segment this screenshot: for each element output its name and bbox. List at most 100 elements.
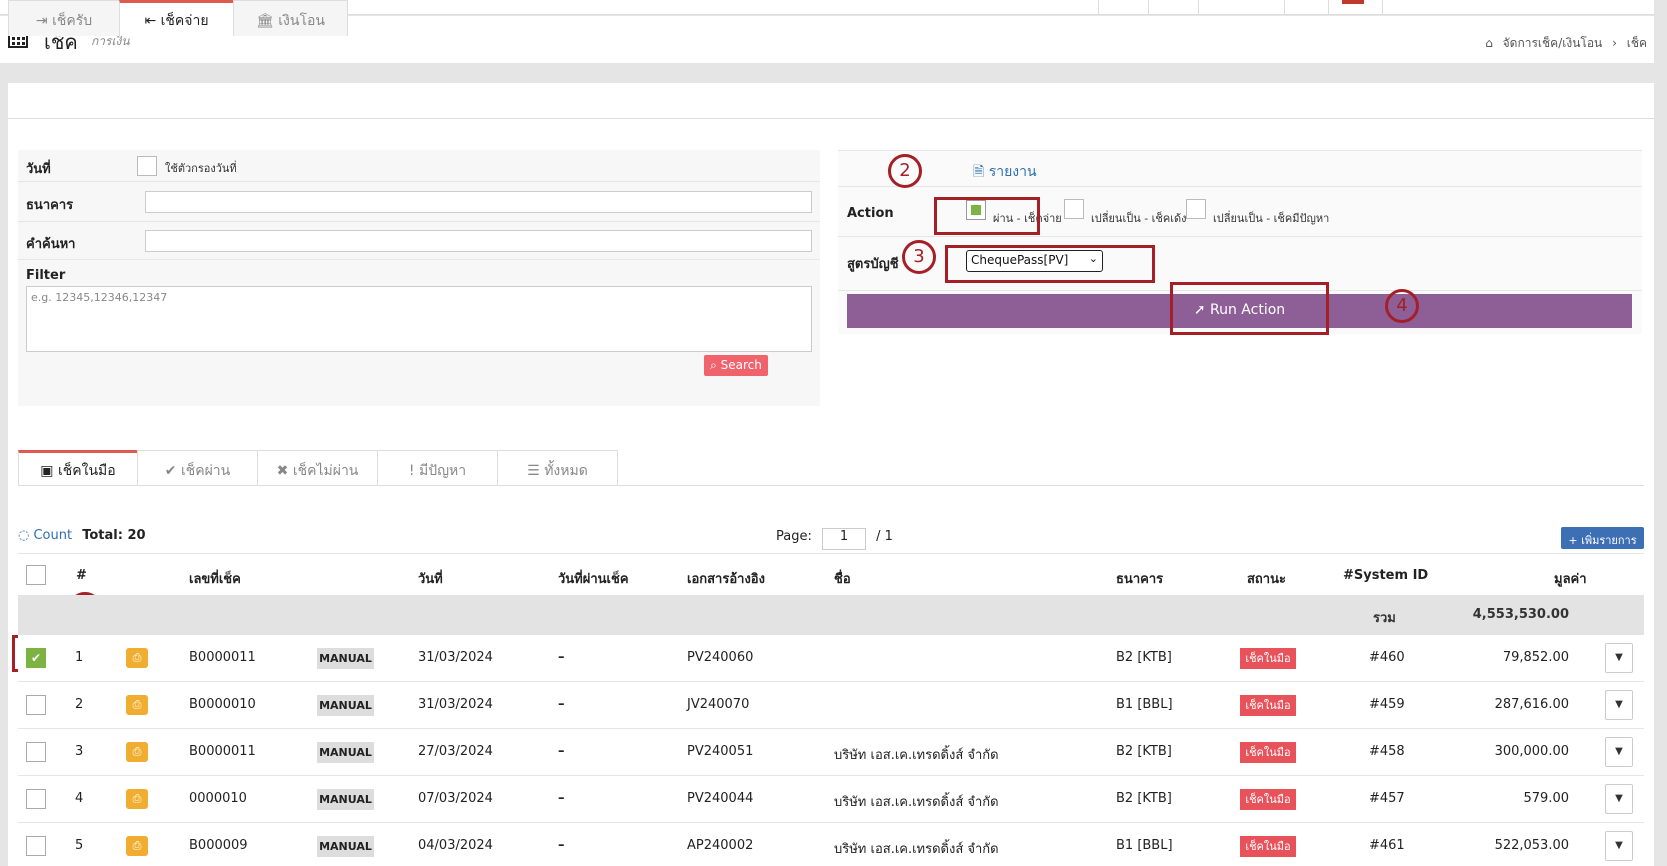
caret-down-icon: ▼ [1615, 793, 1623, 804]
problem-checkbox[interactable] [1186, 199, 1206, 219]
date-filter-label: ใช้ตัวกรองวันที่ [165, 162, 237, 175]
tab-not-passed[interactable]: ✖ เช็คไม่ผ่าน [257, 450, 378, 486]
cheque-number: B0000010 [189, 697, 256, 712]
pass-date: – [558, 697, 565, 712]
print-icon[interactable]: ⎙ [126, 836, 148, 856]
system-id[interactable]: #460 [1369, 650, 1405, 665]
tab-transfer[interactable]: 🏛 เงินโอน [233, 0, 348, 36]
table-row: 4 ⎙ 0000010 MANUAL 07/03/2024 – PV240044 บริษัท… [18, 776, 1644, 823]
tab-label: เช็คจ่าย [160, 13, 209, 29]
report-link-label: รายงาน [988, 164, 1037, 180]
print-icon[interactable]: ⎙ [126, 742, 148, 762]
bank-code: B2 [KTB] [1116, 791, 1172, 806]
tab-passed[interactable]: ✔ เช็คผ่าน [137, 450, 258, 486]
breadcrumb-item[interactable]: จัดการเช็ค/เงินโอน [1503, 36, 1603, 50]
tab-all[interactable]: ☰ ทั้งหมด [497, 450, 618, 486]
bank-code: B1 [BBL] [1116, 838, 1173, 853]
bounce-checkbox[interactable] [1064, 199, 1084, 219]
amount: 79,852.00 [1502, 650, 1569, 665]
system-id[interactable]: #457 [1369, 791, 1405, 806]
pass-date: – [558, 744, 565, 759]
filter-form: วันที่ ใช้ตัวกรองวันที่ ธนาคาร คำค้นหา F… [18, 150, 820, 406]
bank-icon: 🏛 [256, 13, 274, 29]
reference-doc[interactable]: PV240051 [687, 744, 753, 759]
print-icon[interactable]: ⎙ [126, 789, 148, 809]
tab-label: เช็คผ่าน [180, 463, 231, 479]
status-badge: เช็คในมือ [1240, 648, 1296, 669]
row-menu-button[interactable]: ▼ [1605, 784, 1633, 814]
tab-problem[interactable]: ! มีปัญหา [377, 450, 498, 486]
row-checkbox[interactable] [26, 742, 46, 762]
tab-in-hand[interactable]: ▣ เช็คในมือ [18, 450, 138, 486]
system-id[interactable]: #458 [1369, 744, 1405, 759]
keyword-input[interactable] [145, 230, 812, 252]
date-filter-checkbox[interactable] [137, 156, 157, 176]
keyword-label: คำค้นหา [26, 237, 76, 252]
table-row: 2 ⎙ B0000010 MANUAL 31/03/2024 – JV240070 B1 [B… [18, 682, 1644, 729]
bank-code: B2 [KTB] [1116, 744, 1172, 759]
column-header: วันที่ผ่านเช็ค [558, 572, 629, 587]
reference-doc[interactable]: PV240060 [687, 650, 753, 665]
search-button-label: Search [720, 358, 762, 372]
row-checkbox[interactable] [26, 836, 46, 856]
reference-doc[interactable]: PV240044 [687, 791, 753, 806]
row-menu-button[interactable]: ▼ [1605, 690, 1633, 720]
select-all-checkbox[interactable] [26, 565, 46, 585]
type-badge: MANUAL [317, 695, 374, 716]
caret-down-icon: ▼ [1615, 840, 1623, 851]
file-text-icon: 🗎 [973, 164, 985, 180]
tab-cheque-receive[interactable]: ⇥ เช็ครับ [8, 0, 120, 36]
count-label[interactable]: Count [33, 528, 72, 543]
filter-textarea[interactable]: e.g. 12345,12346,12347 [26, 286, 812, 352]
summary-row: รวม 4,553,530.00 [18, 595, 1644, 635]
cheque-date: 27/03/2024 [418, 744, 493, 759]
breadcrumb-separator: › [1612, 36, 1617, 50]
type-badge: MANUAL [317, 742, 374, 763]
column-header: เอกสารอ้างอิง [687, 572, 765, 587]
scrollbar[interactable] [1654, 0, 1667, 866]
system-id[interactable]: #461 [1369, 838, 1405, 853]
row-number: 3 [75, 744, 84, 759]
amount: 287,616.00 [1494, 697, 1569, 712]
column-header: เลขที่เช็ค [189, 572, 241, 587]
language-flag-icon[interactable] [1342, 0, 1364, 4]
search-icon: ⌕ [710, 358, 717, 372]
filter-label: Filter [26, 268, 66, 283]
add-item-button[interactable]: + เพิ่มรายการ [1561, 527, 1644, 549]
page-input[interactable]: 1 [822, 528, 866, 550]
report-link[interactable]: 🗎 รายงาน [973, 161, 1037, 185]
row-menu-button[interactable]: ▼ [1605, 737, 1633, 767]
type-badge: MANUAL [317, 836, 374, 857]
home-icon[interactable]: ⌂ [1485, 36, 1493, 50]
row-number: 4 [75, 791, 84, 806]
summary-value: 4,553,530.00 [1472, 607, 1569, 622]
tab-label: เงินโอน [278, 13, 325, 29]
row-checkbox[interactable]: ✔ [26, 648, 46, 668]
tab-cheque-pay[interactable]: ⇤ เช็คจ่าย [119, 0, 234, 36]
breadcrumb-current: เช็ค [1626, 36, 1647, 50]
reference-doc[interactable]: JV240070 [687, 697, 749, 712]
keyword-row: คำค้นหา [18, 222, 820, 260]
row-menu-button[interactable]: ▼ [1605, 831, 1633, 861]
type-badge: MANUAL [317, 789, 374, 810]
check-icon: ✔ [164, 463, 177, 479]
count-info: ◌ Count Total: 20 [18, 528, 146, 543]
tab-label: เช็คไม่ผ่าน [292, 463, 359, 479]
amount: 522,053.00 [1494, 838, 1569, 853]
print-icon[interactable]: ⎙ [126, 695, 148, 715]
date-label: วันที่ [26, 162, 51, 177]
caret-down-icon: ▼ [1615, 746, 1623, 757]
system-id[interactable]: #459 [1369, 697, 1405, 712]
row-checkbox[interactable] [26, 789, 46, 809]
reference-doc[interactable]: AP240002 [687, 838, 753, 853]
row-checkbox[interactable] [26, 695, 46, 715]
row-menu-button[interactable]: ▼ [1605, 643, 1633, 673]
exclamation-icon: ! [408, 463, 415, 479]
search-button[interactable]: ⌕ Search [704, 355, 768, 376]
bank-input[interactable] [145, 191, 812, 213]
bounce-option-label: เปลี่ยนเป็น - เช็คเด้ง [1091, 212, 1187, 225]
print-icon[interactable]: ⎙ [126, 648, 148, 668]
date-row: วันที่ ใช้ตัวกรองวันที่ [18, 150, 820, 182]
row-number: 2 [75, 697, 84, 712]
refresh-icon[interactable]: ◌ [18, 528, 29, 543]
